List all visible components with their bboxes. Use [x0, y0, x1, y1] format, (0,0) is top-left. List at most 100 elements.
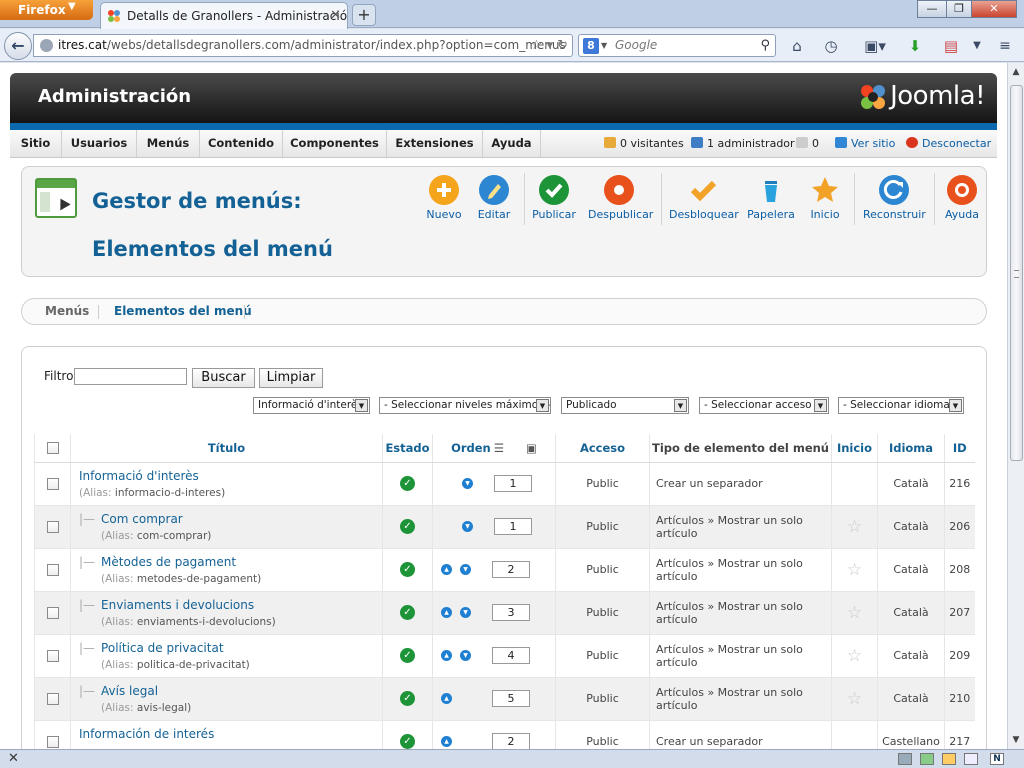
move-down-icon[interactable]: ▼ — [462, 478, 473, 489]
item-title-link[interactable]: |— Mètodes de pagament — [79, 555, 382, 569]
download-icon[interactable]: ⬇ — [904, 35, 926, 57]
menu-menus[interactable]: Menús — [137, 130, 200, 157]
trash-button[interactable]: Papelera — [747, 175, 795, 230]
row-checkbox[interactable] — [46, 521, 59, 533]
published-check-icon[interactable]: ✓ — [400, 519, 415, 534]
column-id[interactable]: ID — [944, 434, 975, 463]
column-status[interactable]: Estado — [382, 434, 433, 463]
menu-sitio[interactable]: Sitio — [10, 130, 62, 157]
publish-button[interactable]: Publicar — [531, 175, 577, 230]
menu-icon[interactable]: ≡ — [994, 35, 1016, 57]
menu-componentes[interactable]: Componentes — [283, 130, 387, 157]
search-icon[interactable]: ⚲ — [760, 35, 770, 56]
select-all-checkbox[interactable] — [46, 442, 59, 455]
bookmarks-icon[interactable]: ▣▾ — [858, 35, 892, 57]
row-checkbox[interactable] — [46, 736, 59, 748]
max-levels-select[interactable]: - Seleccionar niveles máximos - ▼ — [379, 397, 551, 414]
scrollbar-thumb[interactable] — [1010, 85, 1023, 461]
row-checkbox[interactable] — [46, 607, 59, 619]
menu-contenido[interactable]: Contenido — [200, 130, 283, 157]
scroll-down-icon[interactable]: ▼ — [1010, 735, 1022, 745]
browser-tab[interactable]: Detalls de Granollers - Administración -… — [100, 2, 348, 29]
published-check-icon[interactable]: ✓ — [400, 648, 415, 663]
column-home[interactable]: Inicio — [831, 434, 878, 463]
item-title-link[interactable]: Información de interés — [79, 727, 382, 741]
item-title-link[interactable]: |— Com comprar — [79, 512, 382, 526]
default-star-icon[interactable]: ☆ — [847, 689, 862, 709]
submenu-menus[interactable]: Menús — [45, 299, 89, 324]
menu-type-select[interactable]: Informació d'interès ▼ — [253, 397, 370, 414]
item-title-link[interactable]: |— Avís legal — [79, 684, 382, 698]
order-input[interactable]: 4 — [492, 647, 530, 664]
state-select[interactable]: Publicado ▼ — [561, 397, 689, 414]
view-site-link[interactable]: Ver sitio — [835, 130, 895, 157]
order-input[interactable]: 2 — [492, 733, 530, 749]
column-language[interactable]: Idioma — [877, 434, 945, 463]
unpublish-button[interactable]: Despublicar — [588, 175, 653, 230]
plugin-icon[interactable] — [898, 753, 912, 765]
scroll-up-icon[interactable]: ▲ — [1010, 67, 1022, 77]
row-checkbox[interactable] — [46, 650, 59, 662]
move-down-icon[interactable]: ▼ — [460, 607, 471, 618]
notification-icon[interactable] — [942, 753, 956, 765]
default-star-icon[interactable]: ☆ — [847, 517, 862, 537]
rebuild-button[interactable]: Reconstruir — [863, 175, 926, 230]
minimize-button[interactable]: — — [917, 0, 947, 18]
maximize-button[interactable]: ❐ — [946, 0, 972, 18]
help-button[interactable]: Ayuda — [942, 175, 982, 230]
url-bar[interactable]: itres.cat/webs/detallsdegranollers.com/a… — [33, 34, 573, 57]
menu-ayuda[interactable]: Ayuda — [483, 130, 541, 157]
order-input[interactable]: 1 — [494, 518, 532, 535]
item-title-link[interactable]: |— Política de privacitat — [79, 641, 382, 655]
screenshot-icon[interactable] — [964, 753, 978, 765]
move-up-icon[interactable]: ▲ — [441, 650, 452, 661]
access-select[interactable]: - Seleccionar acceso - ▼ — [699, 397, 829, 414]
published-check-icon[interactable]: ✓ — [400, 734, 415, 749]
google-engine-icon[interactable]: 8 — [583, 38, 599, 54]
move-down-icon[interactable]: ▼ — [460, 564, 471, 575]
item-title-link[interactable]: |— Enviaments i devolucions — [79, 598, 382, 612]
row-checkbox[interactable] — [46, 564, 59, 576]
order-input[interactable]: 5 — [492, 690, 530, 707]
move-up-icon[interactable]: ▲ — [441, 564, 452, 575]
logout-link[interactable]: Desconectar — [906, 130, 991, 157]
home-icon[interactable]: ⌂ — [786, 35, 808, 57]
move-up-icon[interactable]: ▲ — [441, 607, 452, 618]
order-input[interactable]: 2 — [492, 561, 530, 578]
move-down-icon[interactable]: ▼ — [462, 521, 473, 532]
clear-button[interactable]: Limpiar — [259, 368, 323, 388]
page-scrollbar[interactable]: ▲ ▼ — [1007, 63, 1024, 749]
default-star-icon[interactable]: ☆ — [847, 560, 862, 580]
published-check-icon[interactable]: ✓ — [400, 605, 415, 620]
menu-dropdown-icon[interactable]: ▼ — [966, 35, 988, 57]
default-star-icon[interactable]: ☆ — [847, 646, 862, 666]
column-title[interactable]: Título — [70, 434, 383, 463]
bookmark-star-icon[interactable]: ☆ ▾ ↻ — [531, 35, 568, 56]
language-select[interactable]: - Seleccionar idioma - ▼ — [838, 397, 964, 414]
published-check-icon[interactable]: ✓ — [400, 691, 415, 706]
new-tab-button[interactable]: + — [352, 4, 376, 26]
addon-status-icon[interactable] — [920, 753, 934, 765]
close-statusbar-icon[interactable]: ✕ — [8, 751, 19, 766]
column-order[interactable]: Orden ☰ ▣ — [432, 434, 556, 463]
noscript-icon[interactable]: N — [990, 753, 1004, 765]
submenu-menu-items[interactable]: Elementos del menú — [114, 299, 252, 324]
save-order-icon[interactable]: ▣ — [526, 441, 537, 455]
back-button[interactable]: ← — [4, 32, 32, 60]
filter-search-input[interactable] — [74, 368, 187, 385]
close-tab-icon[interactable]: ✕ — [330, 8, 341, 23]
addon-icon[interactable]: ▤ — [940, 35, 962, 57]
row-checkbox[interactable] — [46, 693, 59, 705]
close-window-button[interactable]: ✕ — [971, 0, 1017, 18]
order-input[interactable]: 1 — [494, 475, 532, 492]
published-check-icon[interactable]: ✓ — [400, 562, 415, 577]
checkin-button[interactable]: Desbloquear — [669, 175, 739, 230]
history-icon[interactable]: ◷ — [820, 35, 842, 57]
new-button[interactable]: Nuevo — [422, 175, 466, 230]
search-button[interactable]: Buscar — [192, 368, 255, 388]
messages-status[interactable]: 0 — [796, 130, 819, 157]
published-check-icon[interactable]: ✓ — [400, 476, 415, 491]
column-access[interactable]: Acceso — [555, 434, 650, 463]
move-up-icon[interactable]: ▲ — [441, 736, 452, 747]
move-up-icon[interactable]: ▲ — [441, 693, 452, 704]
